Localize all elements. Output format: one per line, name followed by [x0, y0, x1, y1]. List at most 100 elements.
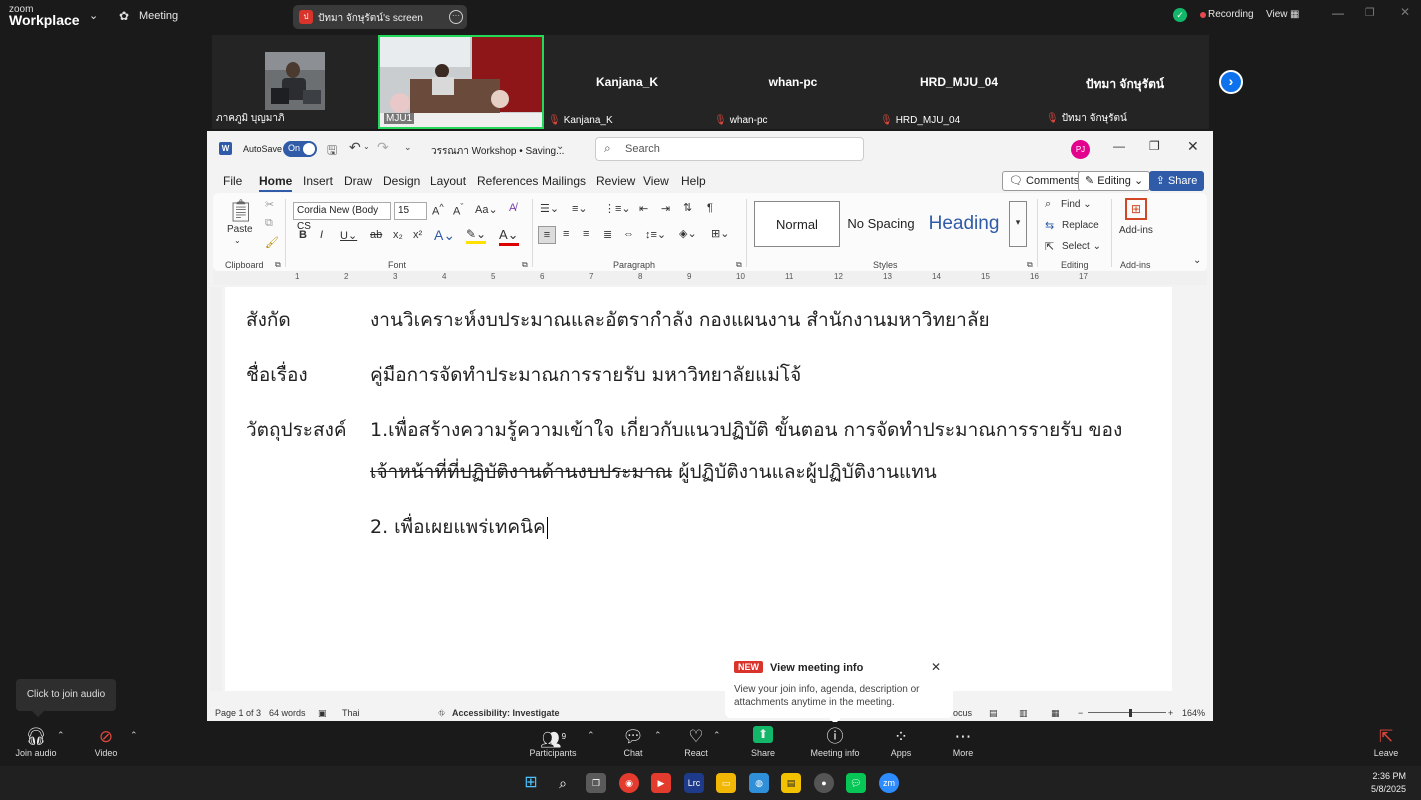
- chevron-up-icon[interactable]: ⌃: [130, 730, 138, 741]
- font-size-select[interactable]: 15: [394, 202, 427, 220]
- copy-icon[interactable]: ⧉: [265, 217, 273, 230]
- autosave-toggle[interactable]: On: [283, 141, 317, 157]
- shading-icon[interactable]: ◈⌄: [679, 227, 697, 240]
- change-case-icon[interactable]: Aa⌄: [475, 203, 498, 216]
- replace-icon[interactable]: ⇆: [1045, 219, 1054, 232]
- page-count[interactable]: Page 1 of 3: [215, 708, 261, 718]
- participant-tile[interactable]: ภาคภูมิ บุญมาภิ: [212, 35, 378, 129]
- leave-button[interactable]: ⇱ Leave: [1370, 726, 1402, 758]
- zoom-out-icon[interactable]: −: [1078, 708, 1083, 718]
- minimize-icon[interactable]: —: [1113, 139, 1125, 153]
- tab-design[interactable]: Design: [383, 174, 420, 188]
- add-ins-button[interactable]: Add-ins: [1119, 225, 1153, 236]
- sort-icon[interactable]: ⇅: [683, 201, 692, 214]
- participant-tile[interactable]: HRD_MJU_04 🎙︎ HRD_MJU_04: [876, 35, 1042, 129]
- decrease-indent-icon[interactable]: ⇤: [639, 202, 648, 215]
- shield-check-icon[interactable]: ✓: [1173, 8, 1187, 22]
- proofing-icon[interactable]: ▣: [318, 708, 327, 719]
- close-icon[interactable]: ✕: [1400, 5, 1410, 19]
- line-icon[interactable]: 💬︎: [846, 773, 866, 793]
- pilcrow-icon[interactable]: ¶: [707, 202, 713, 214]
- comments-button[interactable]: 🗨 Comments: [1002, 171, 1087, 191]
- restore-icon[interactable]: ❐: [1149, 139, 1160, 153]
- participant-tile[interactable]: Kanjana_K 🎙︎ Kanjana_K: [544, 35, 710, 129]
- find-button[interactable]: Find ⌄: [1061, 199, 1092, 210]
- chevron-down-icon[interactable]: ⌄: [234, 236, 241, 245]
- select-button[interactable]: Select ⌄: [1062, 241, 1101, 252]
- tab-layout[interactable]: Layout: [430, 174, 466, 188]
- align-right-icon[interactable]: ≡: [583, 228, 589, 240]
- lrc-icon[interactable]: Lrc: [684, 773, 704, 793]
- chevron-up-icon[interactable]: ⌃: [57, 730, 65, 741]
- customize-qat-icon[interactable]: ⌄: [404, 142, 412, 153]
- zoom-slider[interactable]: [1088, 712, 1166, 713]
- style-normal[interactable]: Normal: [754, 201, 840, 247]
- vertical-ruler[interactable]: [210, 287, 222, 691]
- sticky-notes-icon[interactable]: ▤: [781, 773, 801, 793]
- chevron-up-icon[interactable]: ⌃: [587, 730, 595, 741]
- dialog-launcher-icon[interactable]: ⧉: [275, 260, 281, 270]
- find-icon[interactable]: ⌕: [1045, 198, 1051, 211]
- save-icon[interactable]: 🖫: [327, 141, 337, 162]
- justify-icon[interactable]: ≣: [603, 228, 612, 241]
- tab-help[interactable]: Help: [681, 174, 706, 188]
- add-ins-icon[interactable]: ⊞: [1125, 198, 1147, 220]
- meeting-label[interactable]: Meeting: [139, 10, 178, 22]
- borders-icon[interactable]: ⊞⌄: [711, 227, 729, 240]
- close-icon[interactable]: ✕: [931, 660, 941, 674]
- multilevel-list-icon[interactable]: ⋮≡⌄: [604, 202, 631, 215]
- video-button[interactable]: ⊘ Video: [88, 726, 124, 758]
- tab-view[interactable]: View: [643, 174, 669, 188]
- document-page[interactable]: สังกัด งานวิเคราะห์งบประมาณและอัตรากำลัง…: [225, 287, 1172, 691]
- document-title[interactable]: วรรณภา Workshop • Saving...: [431, 144, 564, 159]
- grow-font-icon[interactable]: A^: [432, 202, 444, 218]
- styles-gallery-more-icon[interactable]: ▾: [1009, 201, 1027, 247]
- underline-icon[interactable]: U⌄: [340, 229, 357, 242]
- undo-icon[interactable]: ↶: [349, 139, 361, 156]
- apps-button[interactable]: ⁘ Apps: [886, 726, 916, 758]
- file-explorer-icon[interactable]: ▭: [716, 773, 736, 793]
- print-layout-icon[interactable]: ▥: [1019, 708, 1028, 719]
- more-options-icon[interactable]: ···: [449, 10, 463, 24]
- camera-icon[interactable]: ●: [814, 773, 834, 793]
- search-icon[interactable]: ⌕: [553, 773, 573, 793]
- chevron-up-icon[interactable]: ⌃: [654, 730, 662, 741]
- paste-button[interactable]: Paste: [227, 224, 253, 235]
- chevron-up-icon[interactable]: ⌃: [713, 730, 721, 741]
- share-button[interactable]: ⇪ Share: [1149, 171, 1204, 191]
- next-page-icon[interactable]: ›: [1219, 70, 1243, 94]
- style-no-spacing[interactable]: No Spacing: [845, 201, 917, 247]
- participant-tile[interactable]: ปัทมา จักษุรัตน์ 🎙︎ ปัทมา จักษุรัตน์: [1042, 35, 1208, 129]
- dialog-launcher-icon[interactable]: ⧉: [736, 260, 742, 270]
- thai-distributed-icon[interactable]: ⇔: [623, 228, 634, 240]
- minimize-icon[interactable]: —: [1332, 6, 1344, 20]
- app-icon[interactable]: ▶: [651, 773, 671, 793]
- focus-mode[interactable]: ocus: [953, 708, 972, 718]
- strikethrough-icon[interactable]: ab: [370, 229, 382, 241]
- close-icon[interactable]: ✕: [1187, 138, 1199, 155]
- tab-home[interactable]: Home: [259, 174, 293, 192]
- tab-file[interactable]: File: [223, 174, 242, 188]
- paste-icon[interactable]: 📋︎: [227, 198, 255, 224]
- react-button[interactable]: ♡ React: [680, 726, 712, 758]
- zoom-app-icon[interactable]: zm: [879, 773, 899, 793]
- cut-icon[interactable]: ✂: [265, 198, 274, 211]
- accessibility-status[interactable]: Accessibility: Investigate: [452, 708, 560, 718]
- editing-mode-button[interactable]: ✎ Editing ⌄: [1078, 171, 1151, 191]
- restore-icon[interactable]: ❐: [1365, 6, 1375, 19]
- tab-mailings[interactable]: Mailings: [542, 174, 586, 188]
- format-painter-icon[interactable]: 🖌︎: [265, 236, 279, 249]
- windows-start-icon[interactable]: ⊞: [521, 773, 541, 793]
- zoom-in-icon[interactable]: +: [1168, 708, 1173, 718]
- meeting-info-button[interactable]: ⓘ Meeting info: [808, 726, 862, 758]
- zoom-level[interactable]: 164%: [1182, 708, 1205, 718]
- tab-references[interactable]: References: [477, 174, 538, 188]
- share-screen-button[interactable]: ⬆ Share: [747, 726, 779, 758]
- app-icon[interactable]: ◍: [749, 773, 769, 793]
- collapse-ribbon-icon[interactable]: ⌄: [1193, 255, 1201, 266]
- increase-indent-icon[interactable]: ⇥: [661, 202, 670, 215]
- italic-icon[interactable]: I: [320, 229, 323, 241]
- more-button[interactable]: ⋯ More: [948, 726, 978, 758]
- chrome-icon[interactable]: ◉: [619, 773, 639, 793]
- participant-tile-active[interactable]: MJU1: [378, 35, 544, 129]
